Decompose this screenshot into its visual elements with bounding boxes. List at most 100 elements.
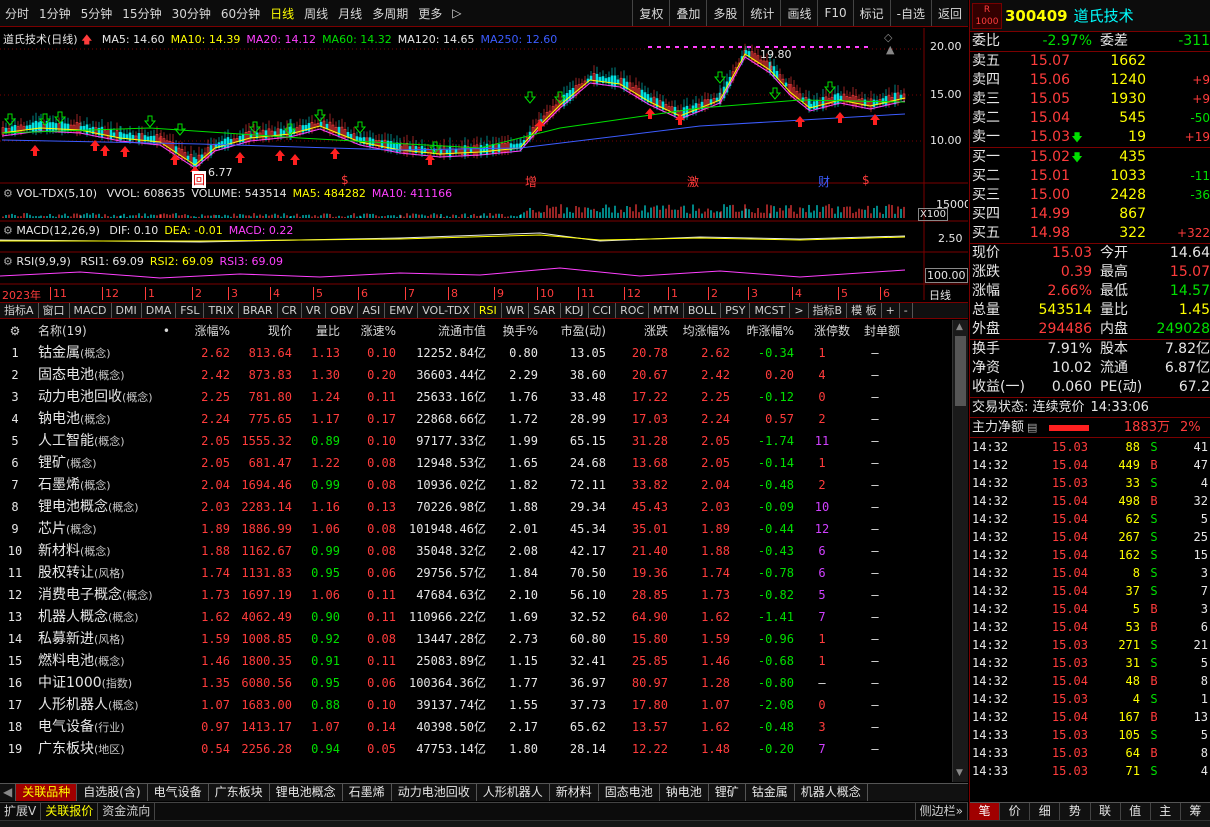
indicator-tab[interactable]: 指标B	[809, 303, 848, 318]
stock-code[interactable]: 300409	[1005, 7, 1068, 25]
more-arrow-icon[interactable]: ▷	[447, 6, 466, 20]
column-header[interactable]: 量比	[292, 320, 340, 342]
settings-icon[interactable]: ⚙	[0, 320, 30, 342]
indicator-tab[interactable]: BOLL	[684, 303, 722, 318]
column-header[interactable]: 名称(19)	[30, 320, 140, 342]
column-header[interactable]: 涨跌	[606, 320, 668, 342]
column-header[interactable]: 涨速%	[340, 320, 396, 342]
buy-level[interactable]: 买五 14.98 322 +322	[970, 224, 1210, 243]
indicator-tab[interactable]: +	[882, 303, 900, 318]
toolbar-button[interactable]: 复权	[632, 0, 669, 26]
column-header[interactable]: •	[140, 320, 170, 342]
indicator-tab[interactable]: FSL	[176, 303, 205, 318]
quote-tab[interactable]: 势	[1060, 803, 1091, 820]
settings-icon[interactable]: ⚙	[3, 224, 13, 237]
scroll-thumb[interactable]	[955, 336, 966, 406]
sector-tab[interactable]: 关联品种	[16, 784, 78, 801]
sector-name[interactable]: 人工智能(概念)	[30, 430, 170, 452]
column-header[interactable]: 涨幅%	[170, 320, 230, 342]
buy-level[interactable]: 买二 15.01 1033 -11	[970, 167, 1210, 186]
period-tab[interactable]: 1分钟	[34, 5, 76, 22]
toolbar-button[interactable]: 统计	[743, 0, 780, 26]
sector-name[interactable]: 中证1000(指数)	[30, 672, 170, 694]
table-row[interactable]: 4 钠电池(概念) 2.24 775.65 1.17 0.17 22868.66亿 1.72 2…	[0, 408, 952, 430]
column-header[interactable]: 市盈(动)	[538, 320, 606, 342]
sell-level[interactable]: 卖三 15.05 1930 +9	[970, 90, 1210, 109]
sector-tab[interactable]: 固态电池	[599, 784, 660, 801]
sector-name[interactable]: 钴金属(概念)	[30, 342, 170, 364]
period-tab[interactable]: 分时	[0, 5, 34, 22]
indicator-tab[interactable]: PSY	[721, 303, 751, 318]
event-marker[interactable]: $	[341, 173, 349, 187]
kline-chart-panel[interactable]: 道氏技术(日线) 🡅 MA5: 14.60 MA10: 14.39 MA20: 14…	[0, 28, 968, 300]
sector-name[interactable]: 股权转让(风格)	[30, 562, 170, 584]
table-row[interactable]: 2 固态电池(概念) 2.42 873.83 1.30 0.20 36603.44亿 2.29…	[0, 364, 952, 386]
bottom-bar-item[interactable]: 资金流向	[98, 803, 156, 820]
sector-name[interactable]: 钠电池(概念)	[30, 408, 170, 430]
sector-name[interactable]: 机器人概念(概念)	[30, 606, 170, 628]
event-marker[interactable]: $	[862, 173, 870, 187]
column-header[interactable]: 均涨幅%	[668, 320, 730, 342]
toolbar-button[interactable]: 返回	[930, 0, 968, 26]
indicator-tab[interactable]: TRIX	[204, 303, 239, 318]
indicator-tab[interactable]: BRAR	[239, 303, 278, 318]
sector-tab[interactable]: 石墨烯	[343, 784, 392, 801]
indicator-tab[interactable]: MCST	[750, 303, 791, 318]
sector-tab[interactable]: 电气设备	[148, 784, 209, 801]
indicator-tab[interactable]: OBV	[326, 303, 359, 318]
settings-icon[interactable]: ⚙	[3, 255, 13, 268]
indicator-tab[interactable]: 窗口	[39, 303, 70, 318]
event-marker[interactable]: 财	[818, 173, 830, 190]
scroll-down-icon[interactable]: ▼	[956, 768, 963, 778]
quote-tab[interactable]: 细	[1030, 803, 1061, 820]
column-header[interactable]: 封单额	[850, 320, 900, 342]
sector-tab[interactable]: 人形机器人	[477, 784, 550, 801]
period-tab[interactable]: 60分钟	[216, 5, 265, 22]
table-row[interactable]: 18 电气设备(行业) 0.97 1413.17 1.07 0.14 40398.50亿 2.…	[0, 716, 952, 738]
period-tab[interactable]: 15分钟	[117, 5, 166, 22]
buy-level[interactable]: 买一 15.02 🡇 435	[970, 148, 1210, 167]
sector-tab[interactable]: 广东板块	[209, 784, 270, 801]
sector-tab[interactable]: 锂电池概念	[270, 784, 343, 801]
indicator-tab[interactable]: 指标A	[0, 303, 39, 318]
table-row[interactable]: 1 钴金属(概念) 2.62 813.64 1.13 0.10 12252.84亿 0.80 1…	[0, 342, 952, 364]
sector-tab[interactable]: 锂矿	[709, 784, 746, 801]
bottom-bar-item[interactable]: 关联报价	[41, 803, 99, 820]
table-row[interactable]: 6 锂矿(概念) 2.05 681.47 1.22 0.08 12948.53亿 1.65 24…	[0, 452, 952, 474]
sell-level[interactable]: 卖四 15.06 1240 +9	[970, 71, 1210, 90]
table-row[interactable]: 7 石墨烯(概念) 2.04 1694.46 0.99 0.08 10936.02亿 1.82…	[0, 474, 952, 496]
sector-tab[interactable]: 钴金属	[746, 784, 795, 801]
quote-tab[interactable]: 值	[1121, 803, 1151, 820]
bottom-bar-item[interactable]: 扩展V	[0, 803, 42, 820]
indicator-tab[interactable]: ASI	[358, 303, 386, 318]
toolbar-button[interactable]: 标记	[852, 0, 890, 26]
stock-name[interactable]: 道氏技术	[1074, 5, 1134, 26]
indicator-tab[interactable]: DMI	[112, 303, 142, 318]
sector-name[interactable]: 锂电池概念(概念)	[30, 496, 170, 518]
table-row[interactable]: 14 私募新进(风格) 1.59 1008.85 0.92 0.08 13447.28亿 2.…	[0, 628, 952, 650]
sector-name[interactable]: 人形机器人(概念)	[30, 694, 170, 716]
sector-name[interactable]: 广东板块(地区)	[30, 738, 170, 760]
tab-scroll-left-icon[interactable]: ◀	[0, 784, 17, 801]
scroll-up-icon[interactable]: ▲	[956, 322, 963, 332]
column-header[interactable]: 涨停数	[794, 320, 850, 342]
sell-level[interactable]: 卖五 15.07 1662	[970, 52, 1210, 71]
table-row[interactable]: 13 机器人概念(概念) 1.62 4062.49 0.90 0.11 110966.22亿…	[0, 606, 952, 628]
column-header[interactable]: 换手%	[486, 320, 538, 342]
period-tab[interactable]: 日线	[265, 5, 299, 22]
sector-name[interactable]: 固态电池(概念)	[30, 364, 170, 386]
sidebar-toggle[interactable]: 侧边栏»	[914, 803, 968, 820]
indicator-tab[interactable]: CR	[278, 303, 302, 318]
event-marker[interactable]: 增	[525, 173, 537, 190]
table-row[interactable]: 10 新材料(概念) 1.88 1162.67 0.99 0.08 35048.32亿 2.0…	[0, 540, 952, 562]
sector-name[interactable]: 动力电池回收(概念)	[30, 386, 170, 408]
table-row[interactable]: 8 锂电池概念(概念) 2.03 2283.14 1.16 0.13 70226.98亿 1.…	[0, 496, 952, 518]
column-header[interactable]: 现价	[230, 320, 292, 342]
period-tab[interactable]: 周线	[299, 5, 333, 22]
quote-tab[interactable]: 主	[1151, 803, 1181, 820]
sector-tab[interactable]: 机器人概念	[795, 784, 868, 801]
indicator-tab[interactable]: KDJ	[561, 303, 589, 318]
quote-tab[interactable]: 笔	[970, 803, 1001, 820]
indicator-tab[interactable]: MTM	[649, 303, 684, 318]
table-row[interactable]: 11 股权转让(风格) 1.74 1131.83 0.95 0.06 29756.57亿 1.…	[0, 562, 952, 584]
